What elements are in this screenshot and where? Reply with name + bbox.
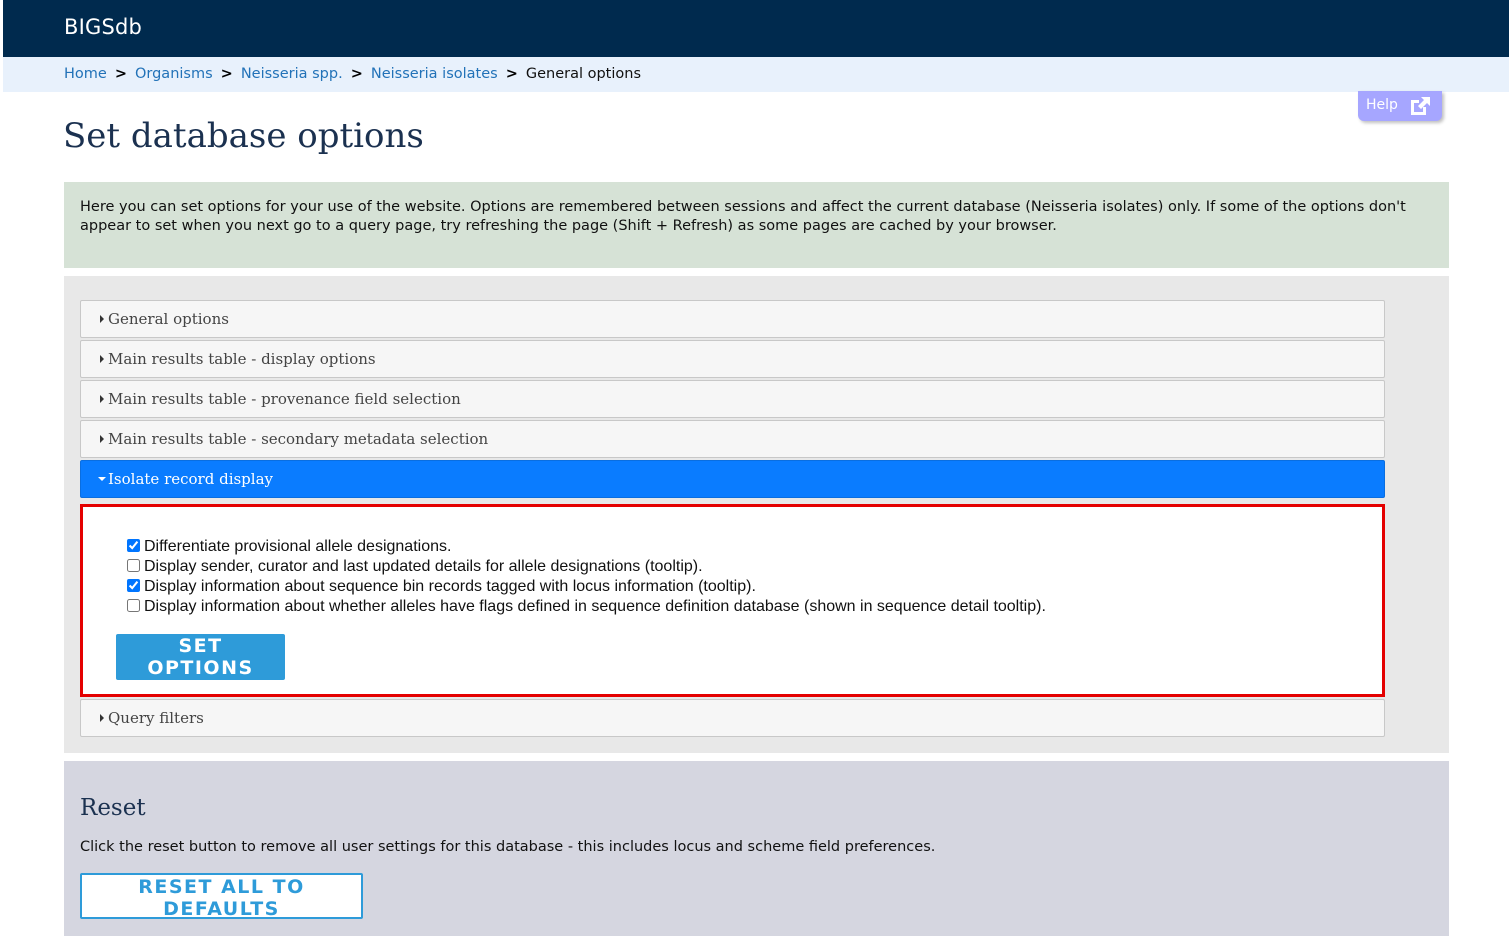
option-sender-curator-details[interactable]: Display sender, curator and last updated… (127, 558, 703, 578)
caret-right-icon (100, 395, 104, 403)
breadcrumb-neisseria-isolates[interactable]: Neisseria isolates (371, 66, 498, 82)
section-query-filters[interactable]: Query filters (80, 699, 1385, 737)
option-checkbox[interactable] (127, 579, 140, 592)
section-provenance-field-selection[interactable]: Main results table - provenance field se… (80, 380, 1385, 418)
section-label: Main results table - provenance field se… (108, 390, 461, 408)
caret-right-icon (100, 315, 104, 323)
breadcrumb: Home > Organisms > Neisseria spp. > Neisseria … (64, 66, 641, 82)
site-brand[interactable]: BIGSdb (64, 15, 142, 39)
external-link-icon (1411, 97, 1430, 115)
intro-text: Here you can set options for your use of… (80, 199, 1406, 234)
help-button[interactable]: Help (1358, 91, 1442, 121)
section-label: Main results table - display options (108, 350, 376, 368)
section-label: Isolate record display (108, 470, 273, 488)
breadcrumb-neisseria-spp[interactable]: Neisseria spp. (241, 66, 343, 82)
options-panel: General options Main results table - dis… (64, 276, 1449, 753)
option-allele-flags[interactable]: Display information about whether allele… (127, 598, 1046, 618)
section-display-options[interactable]: Main results table - display options (80, 340, 1385, 378)
intro-box: Here you can set options for your use of… (64, 182, 1449, 268)
reset-all-button[interactable]: RESET ALL TO DEFAULTS (80, 873, 363, 920)
caret-right-icon (100, 355, 104, 363)
top-header-bar: BIGSdb (3, 0, 1509, 57)
breadcrumb-organisms[interactable]: Organisms (135, 66, 213, 82)
breadcrumb-separator: > (114, 66, 127, 82)
option-sequence-bin-records[interactable]: Display information about sequence bin r… (127, 578, 756, 598)
reset-description: Click the reset button to remove all use… (80, 839, 936, 855)
option-label: Display information about whether allele… (144, 598, 1046, 615)
help-label: Help (1366, 97, 1398, 113)
section-label: Main results table - secondary metadata … (108, 430, 489, 448)
reset-heading: Reset (80, 795, 146, 821)
section-secondary-metadata-selection[interactable]: Main results table - secondary metadata … (80, 420, 1385, 458)
page-title: Set database options (63, 116, 424, 156)
section-general-options[interactable]: General options (80, 300, 1385, 338)
breadcrumb-current: General options (525, 66, 642, 82)
option-checkbox[interactable] (127, 599, 140, 612)
option-differentiate-provisional[interactable]: Differentiate provisional allele designa… (127, 538, 451, 558)
breadcrumb-bar: Home > Organisms > Neisseria spp. > Neisseria … (3, 57, 1509, 92)
option-label: Display information about sequence bin r… (144, 578, 756, 595)
option-checkbox[interactable] (127, 539, 140, 552)
section-isolate-record-display[interactable]: Isolate record display (80, 460, 1385, 498)
caret-right-icon (100, 714, 104, 722)
breadcrumb-home[interactable]: Home (64, 66, 107, 82)
breadcrumb-separator: > (505, 66, 518, 82)
option-label: Display sender, curator and last updated… (144, 558, 703, 575)
set-options-button[interactable]: SET OPTIONS (116, 634, 285, 680)
option-checkbox[interactable] (127, 559, 140, 572)
reset-panel: Reset Click the reset button to remove a… (64, 761, 1449, 936)
breadcrumb-separator: > (350, 66, 363, 82)
option-label: Differentiate provisional allele designa… (144, 538, 452, 555)
section-label: Query filters (108, 709, 204, 727)
breadcrumb-separator: > (220, 66, 233, 82)
isolate-record-display-panel: Differentiate provisional allele designa… (80, 504, 1385, 697)
section-label: General options (108, 310, 229, 328)
caret-right-icon (100, 435, 104, 443)
caret-down-icon (98, 477, 106, 481)
